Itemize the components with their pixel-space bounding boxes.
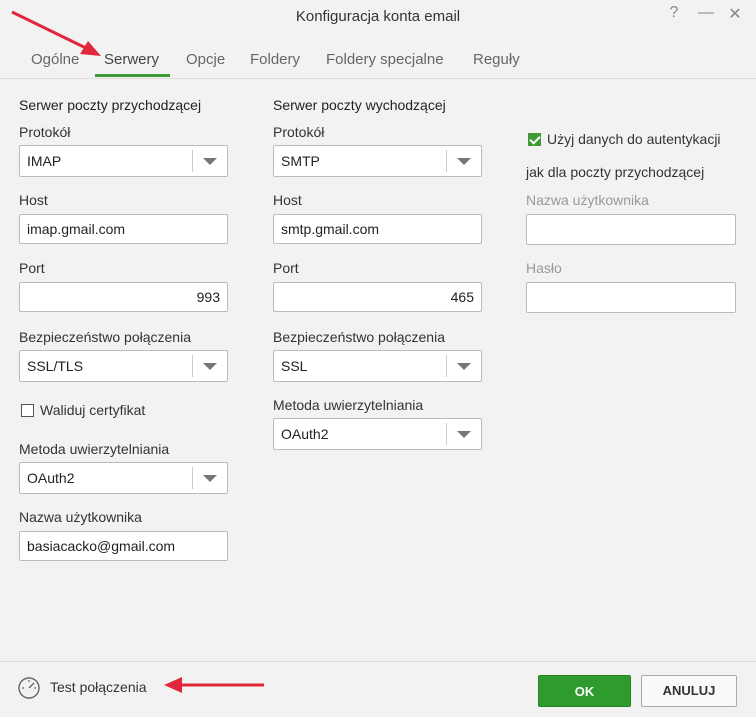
annotation-arrows [11, 10, 264, 693]
annotation-arrow-test [164, 677, 264, 693]
annotation-arrow-tab [11, 10, 101, 56]
